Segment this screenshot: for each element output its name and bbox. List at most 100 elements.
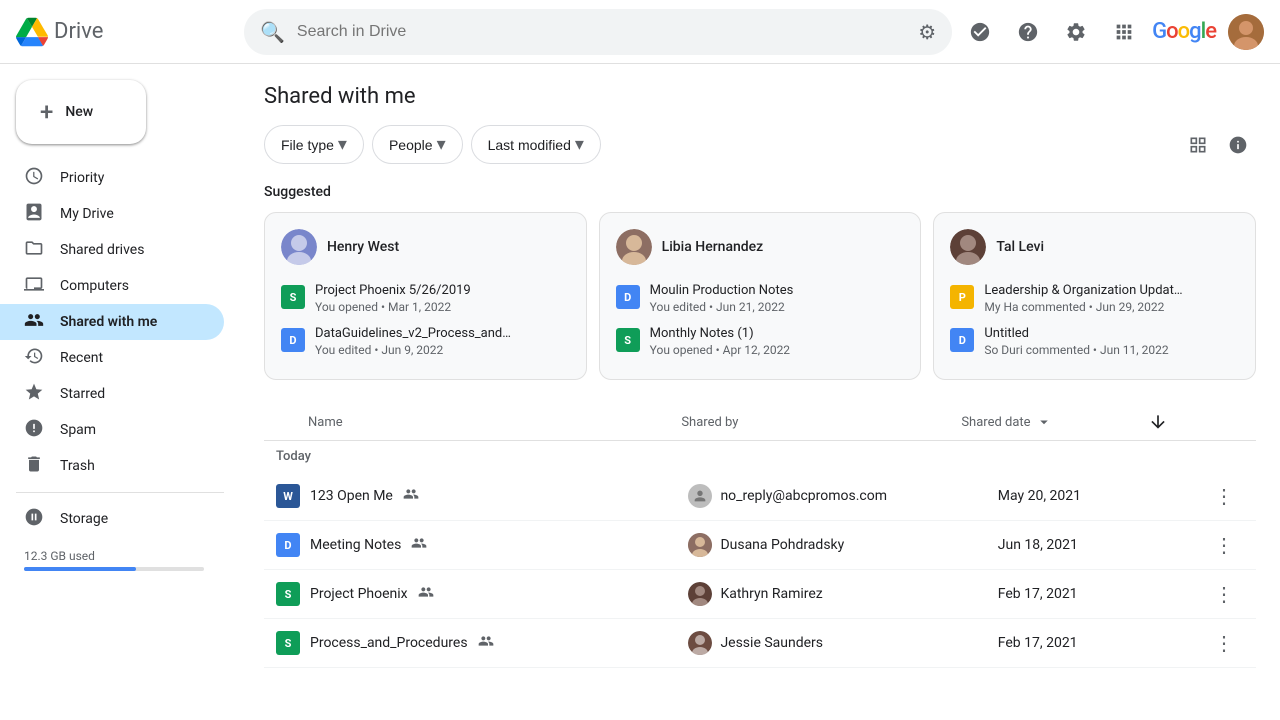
more-options-0[interactable]: ⋮ — [1208, 480, 1240, 512]
row-sharedby-2: Kathryn Ramirez — [688, 582, 997, 606]
people-filter[interactable]: People ▾ — [372, 125, 463, 164]
col-shareddate-header[interactable]: Shared date — [961, 413, 1148, 431]
info-btn[interactable] — [1220, 127, 1256, 163]
more-options-1[interactable]: ⋮ — [1208, 529, 1240, 561]
storage-info: 12.3 GB used — [0, 537, 240, 583]
shared-icon-2 — [418, 584, 434, 604]
col-sharedby-header: Shared by — [681, 415, 961, 430]
app-name: Drive — [54, 19, 103, 44]
view-controls — [1180, 127, 1256, 163]
more-options-3[interactable]: ⋮ — [1208, 627, 1240, 659]
row-name-3: S Process_and_Procedures — [276, 631, 688, 655]
row-shareddate-0: May 20, 2021 — [998, 488, 1204, 504]
file-info-0-0: Project Phoenix 5/26/2019 You opened • M… — [315, 283, 570, 314]
file-name-1-1: Monthly Notes (1) — [650, 326, 850, 341]
file-meta-2-0: My Ha commented • Jun 29, 2022 — [984, 300, 1239, 314]
sort-direction-icon — [1148, 412, 1168, 432]
search-filter-icon[interactable]: ⚙ — [918, 20, 936, 44]
search-input[interactable] — [297, 23, 906, 41]
shared-icon-0 — [403, 486, 419, 506]
sidebar-item-my-drive[interactable]: My Drive — [0, 196, 224, 232]
sidebar-item-spam[interactable]: Spam — [0, 412, 224, 448]
shared-icon-3 — [478, 633, 494, 653]
drive-logo-icon — [16, 16, 48, 48]
user-avatar[interactable] — [1228, 14, 1264, 50]
checklist-icon — [969, 21, 991, 43]
file-meta-0-0: You opened • Mar 1, 2022 — [315, 300, 570, 314]
sidebar-item-computers-label: Computers — [60, 278, 129, 294]
sheets-icon-row-3: S — [276, 631, 300, 655]
suggested-card-1[interactable]: Libia Hernandez D Moulin Production Note… — [599, 212, 922, 380]
recent-icon — [24, 346, 44, 371]
file-name-0-1: DataGuidelines_v2_Process_and_Pr... — [315, 326, 515, 341]
topbar-right: Google — [960, 12, 1264, 52]
sort-arrow-container — [1148, 412, 1204, 432]
grid-view-btn[interactable] — [1180, 127, 1216, 163]
table-row-3[interactable]: S Process_and_Procedures Jessie Saunders… — [264, 619, 1256, 668]
settings-icon-btn[interactable] — [1056, 12, 1096, 52]
file-meta-1-1: You opened • Apr 12, 2022 — [650, 343, 905, 357]
file-name-1-0: Moulin Production Notes — [650, 283, 850, 298]
logo-area: Drive — [16, 16, 236, 48]
sheets-icon-0-0: S — [281, 285, 305, 309]
file-type-chevron: ▾ — [338, 134, 347, 155]
sidebar-item-recent[interactable]: Recent — [0, 340, 224, 376]
table-header: Name Shared by Shared date — [264, 404, 1256, 441]
last-modified-filter[interactable]: Last modified ▾ — [471, 125, 601, 164]
page-title: Shared with me — [264, 84, 1256, 109]
sheets-icon-1-1: S — [616, 328, 640, 352]
sidebar-item-my-drive-label: My Drive — [60, 206, 114, 222]
row-shareddate-2: Feb 17, 2021 — [998, 586, 1204, 602]
row-shareddate-1: Jun 18, 2021 — [998, 537, 1204, 553]
file-meta-0-1: You edited • Jun 9, 2022 — [315, 343, 570, 357]
row-actions-0: ⋮ — [1204, 480, 1244, 512]
new-button[interactable]: + New — [16, 80, 146, 144]
file-meta-1-0: You edited • Jun 21, 2022 — [650, 300, 905, 314]
table-row-0[interactable]: W 123 Open Me no_reply@abcpromos.com May… — [264, 472, 1256, 521]
people-label: People — [389, 137, 433, 153]
card-file-1-0[interactable]: D Moulin Production Notes You edited • J… — [616, 277, 905, 320]
sidebar-item-starred[interactable]: Starred — [0, 376, 224, 412]
sidebar-item-priority[interactable]: Priority — [0, 160, 224, 196]
file-info-2-0: Leadership & Organization Updates My Ha … — [984, 283, 1239, 314]
sidebar-item-spam-label: Spam — [60, 422, 96, 438]
row-name-0: W 123 Open Me — [276, 484, 688, 508]
card-name-2: Tal Levi — [996, 239, 1044, 255]
trash-icon — [24, 454, 44, 479]
sidebar-item-priority-label: Priority — [60, 170, 104, 186]
card-file-1-1[interactable]: S Monthly Notes (1) You opened • Apr 12,… — [616, 320, 905, 363]
more-options-2[interactable]: ⋮ — [1208, 578, 1240, 610]
suggested-card-2[interactable]: Tal Levi P Leadership & Organization Upd… — [933, 212, 1256, 380]
suggested-cards: Henry West S Project Phoenix 5/26/2019 Y… — [264, 212, 1256, 380]
search-bar[interactable]: 🔍 ⚙ — [244, 9, 952, 55]
starred-icon — [24, 382, 44, 407]
row-sharedby-1: Dusana Pohdradsky — [688, 533, 997, 557]
file-type-filter[interactable]: File type ▾ — [264, 125, 364, 164]
card-file-0-0[interactable]: S Project Phoenix 5/26/2019 You opened •… — [281, 277, 570, 320]
sidebar-item-shared-drives[interactable]: Shared drives — [0, 232, 224, 268]
sheets-icon-row-2: S — [276, 582, 300, 606]
new-button-label: New — [65, 104, 93, 120]
card-avatar-2 — [950, 229, 986, 265]
help-icon-btn[interactable] — [1008, 12, 1048, 52]
sidebar-item-storage[interactable]: Storage — [0, 501, 224, 537]
storage-used-text: 12.3 GB used — [24, 549, 216, 563]
avatar-1 — [688, 533, 712, 557]
checklist-icon-btn[interactable] — [960, 12, 1000, 52]
card-file-2-0[interactable]: P Leadership & Organization Updates My H… — [950, 277, 1239, 320]
avatar-image — [1228, 14, 1264, 50]
file-meta-2-1: So Duri commented • Jun 11, 2022 — [984, 343, 1239, 357]
card-file-0-1[interactable]: D DataGuidelines_v2_Process_and_Pr... Yo… — [281, 320, 570, 363]
sidebar-item-computers[interactable]: Computers — [0, 268, 224, 304]
sidebar-item-trash[interactable]: Trash — [0, 448, 224, 484]
suggested-card-0[interactable]: Henry West S Project Phoenix 5/26/2019 Y… — [264, 212, 587, 380]
table-row-1[interactable]: D Meeting Notes Dusana Pohdradsky Jun 18… — [264, 521, 1256, 570]
docs-icon-2-1: D — [950, 328, 974, 352]
row-shareddate-3: Feb 17, 2021 — [998, 635, 1204, 651]
apps-icon-btn[interactable] — [1104, 12, 1144, 52]
card-file-2-1[interactable]: D Untitled So Duri commented • Jun 11, 2… — [950, 320, 1239, 363]
sort-dropdown-icon — [1035, 413, 1053, 431]
sidebar-item-shared-with-me[interactable]: Shared with me — [0, 304, 224, 340]
table-row-2[interactable]: S Project Phoenix Kathryn Ramirez Feb 17… — [264, 570, 1256, 619]
computers-icon — [24, 274, 44, 299]
